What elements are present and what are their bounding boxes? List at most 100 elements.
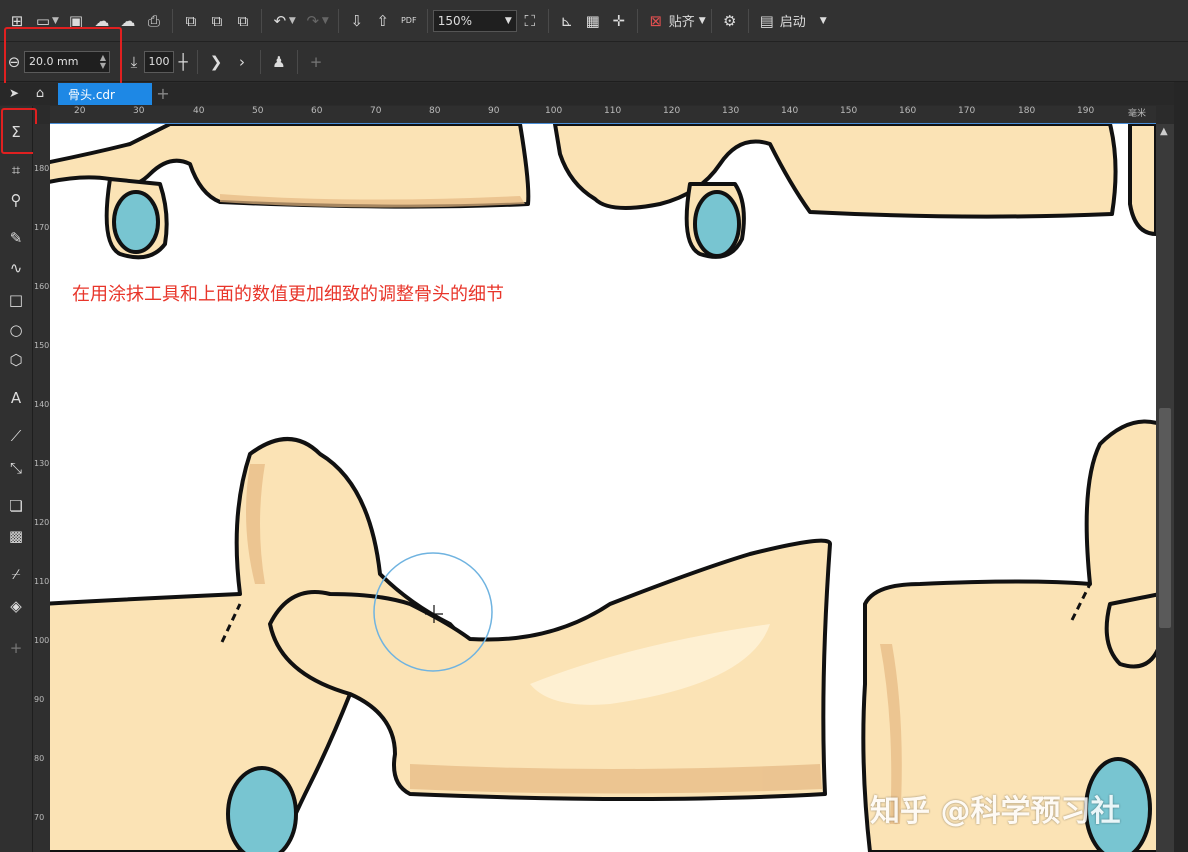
- show-guidelines-icon[interactable]: ✛: [606, 8, 632, 34]
- launch-icon[interactable]: ▤: [754, 8, 780, 34]
- freehand-tool-icon[interactable]: ✎: [3, 226, 29, 250]
- pointer-icon[interactable]: ➤: [4, 81, 24, 105]
- toolbox: Σ ⌗ ⚲ ✎ ∿ □ ○ ⬡ A ⟋ ⤡ ❏ ▩ ⌿ ◈ +: [0, 106, 33, 852]
- artistic-media-icon[interactable]: ∿: [3, 256, 29, 280]
- chevron-down-icon: ▼: [698, 15, 706, 26]
- snap-off-icon[interactable]: ⊠: [643, 8, 669, 34]
- tab-document[interactable]: 骨头.cdr: [58, 83, 152, 105]
- chevron-up-icon[interactable]: ▲: [1160, 126, 1168, 137]
- show-grid-icon[interactable]: ▦: [580, 8, 606, 34]
- ruler-label: 150: [34, 341, 50, 350]
- ruler-label: 140: [781, 106, 799, 116]
- toolbar-divider: [337, 8, 339, 33]
- rectangle-tool-icon[interactable]: □: [3, 288, 29, 312]
- ruler-label: 140: [34, 400, 50, 409]
- right-process: [1104, 592, 1156, 669]
- pdf-label: PDF: [400, 16, 417, 25]
- add-icon[interactable]: +: [303, 49, 329, 75]
- undo-dropdown-icon[interactable]: ▼: [289, 16, 296, 26]
- ruler-label: 110: [34, 577, 50, 586]
- vertical-scrollbar[interactable]: ▲: [1156, 124, 1174, 852]
- ruler-label: 130: [722, 106, 740, 116]
- pressure-icon: ⤓: [130, 52, 138, 71]
- launch-dropdown[interactable]: 启动 ▼: [780, 11, 827, 30]
- pressure-slider-icon[interactable]: ┼: [174, 49, 192, 75]
- cut-icon[interactable]: ⧉: [178, 8, 204, 34]
- toolbar-divider: [747, 8, 749, 33]
- tutorial-annotation: 在用涂抹工具和上面的数值更加细致的调整骨头的细节: [72, 284, 504, 305]
- top-left-disc: [112, 190, 160, 254]
- pen-pressure-icon[interactable]: ♟: [266, 49, 292, 75]
- polygon-tool-icon[interactable]: ⬡: [3, 348, 29, 372]
- copy-icon[interactable]: ⧉: [204, 8, 230, 34]
- show-rulers-icon[interactable]: ⊾: [554, 8, 580, 34]
- bottom-left-disc: [226, 766, 298, 852]
- toolbar-divider: [426, 8, 428, 33]
- ruler-label: 40: [193, 106, 205, 116]
- ruler-label: 120: [34, 518, 50, 527]
- top-center-disc: [693, 190, 741, 258]
- zoom-select[interactable]: 150% ▼: [432, 9, 517, 32]
- redo-dropdown-icon[interactable]: ▼: [322, 16, 329, 26]
- chevron-down-icon: ▼: [819, 15, 827, 26]
- ruler-label: 170: [34, 223, 50, 232]
- ruler-label: 30: [133, 106, 145, 116]
- ruler-label: 180: [1018, 106, 1036, 116]
- zoom-tool-icon[interactable]: ⚲: [3, 188, 29, 212]
- ruler-label: 110: [604, 106, 622, 116]
- toolbar-divider: [260, 49, 261, 74]
- toolbar-divider: [547, 8, 549, 33]
- print-icon[interactable]: ⎙: [141, 8, 167, 34]
- toolbar-divider: [636, 8, 638, 33]
- transparency-tool-icon[interactable]: ▩: [3, 524, 29, 548]
- new-tab-button[interactable]: +: [154, 85, 172, 103]
- smear-pull-icon[interactable]: ❯: [203, 49, 229, 75]
- toolbar-divider: [710, 8, 712, 33]
- ruler-label: 100: [545, 106, 563, 116]
- docker-panel-edge[interactable]: [1174, 82, 1188, 852]
- ruler-label: 50: [252, 106, 264, 116]
- pressure-value: 100: [148, 55, 170, 68]
- scrollbar-thumb[interactable]: [1159, 408, 1171, 628]
- home-icon[interactable]: ⌂: [28, 81, 52, 105]
- ruler-label: 90: [34, 695, 45, 704]
- add-tool-icon[interactable]: +: [3, 636, 29, 660]
- snap-to-dropdown[interactable]: 贴齐 ▼: [669, 11, 706, 30]
- drop-shadow-icon[interactable]: ❏: [3, 494, 29, 518]
- ruler-label: 90: [488, 106, 500, 116]
- toolbar-divider: [260, 8, 262, 33]
- standard-toolbar: ⊞ ▭ ▼ ▣ ☁ ☁ ⎙ ⧉ ⧉ ⧉ ↶ ▼ ↷ ▼ ⇩ ⇧ PDF 150% ▼ …: [0, 0, 1188, 42]
- drawing-canvas[interactable]: 在用涂抹工具和上面的数值更加细致的调整骨头的细节 知乎 @科学预习社: [50, 124, 1156, 852]
- chevron-down-icon: ▼: [504, 15, 512, 26]
- export-icon[interactable]: ⇧: [370, 8, 396, 34]
- smear-push-icon[interactable]: ›: [229, 49, 255, 75]
- text-tool-icon[interactable]: A: [3, 386, 29, 410]
- dimension-tool-icon[interactable]: ⟋: [3, 424, 29, 448]
- bone-artwork: [50, 124, 1156, 852]
- gear-icon[interactable]: ⚙: [717, 8, 743, 34]
- import-icon[interactable]: ⇩: [344, 8, 370, 34]
- ruler-label: 170: [958, 106, 976, 116]
- watermark: 知乎 @科学预习社: [870, 794, 1121, 829]
- horizontal-ruler[interactable]: 20 30 40 50 60 70 80 90 100 110 120 130 …: [50, 106, 1156, 124]
- eyedropper-icon[interactable]: ⌿: [3, 562, 29, 586]
- ruler-label: 120: [663, 106, 681, 116]
- pdf-export-icon[interactable]: PDF: [396, 8, 422, 34]
- crop-tool-icon[interactable]: ⌗: [3, 158, 29, 182]
- toolbar-divider: [171, 8, 173, 33]
- open-dropdown-icon[interactable]: ▼: [52, 16, 59, 26]
- property-bar: ⊖ 20.0 mm ▲ ▼ ⤓ 100 ┼ ❯ › ♟ +: [0, 42, 1188, 82]
- vertical-ruler[interactable]: 180 170 160 150 140 130 120 110 100 90 8…: [33, 124, 50, 852]
- ellipse-tool-icon[interactable]: ○: [3, 318, 29, 342]
- ruler-label: 160: [34, 282, 50, 291]
- paste-icon[interactable]: ⧉: [230, 8, 256, 34]
- ruler-label: 20: [74, 106, 86, 116]
- ruler-unit: 毫米: [1128, 109, 1147, 119]
- fill-tool-icon[interactable]: ◈: [3, 594, 29, 618]
- full-screen-icon[interactable]: ⛶: [517, 8, 543, 34]
- ruler-label: 70: [370, 106, 382, 116]
- ruler-label: 100: [34, 636, 50, 645]
- snap-label: 贴齐: [668, 15, 695, 30]
- connector-tool-icon[interactable]: ⤡: [3, 456, 29, 480]
- pressure-field[interactable]: 100: [144, 50, 174, 73]
